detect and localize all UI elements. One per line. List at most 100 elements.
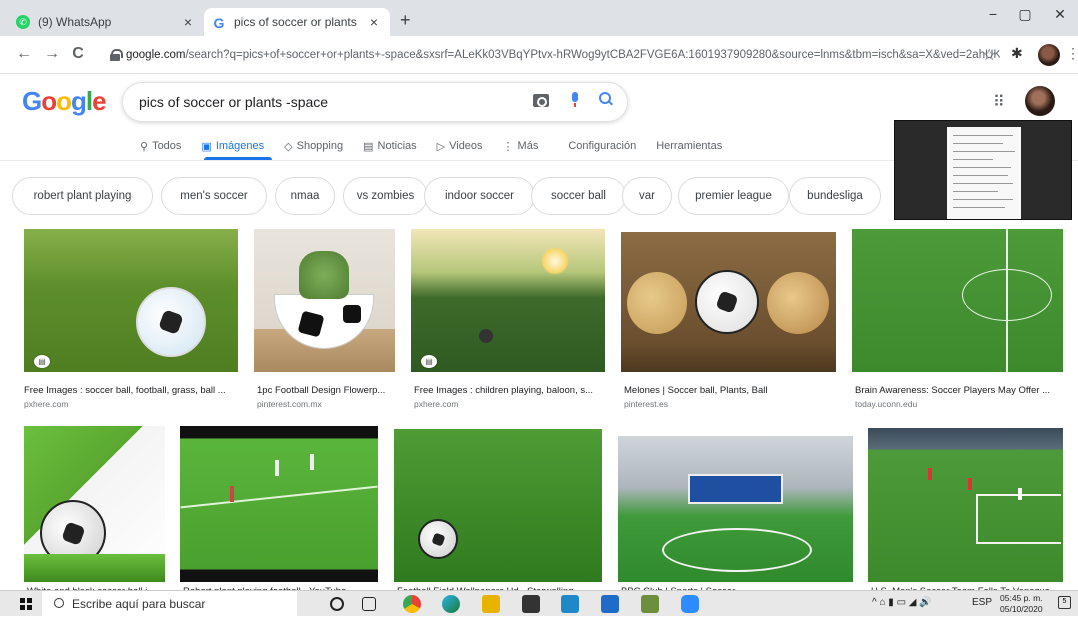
result-title[interactable]: Free Images : children playing, baloon, … xyxy=(414,385,604,396)
language-indicator[interactable]: ESP xyxy=(972,597,992,608)
google-apps-icon[interactable]: ⠿ xyxy=(993,92,1005,112)
system-tray-icons[interactable]: ^ ⌂ ▮ ▭ ◢ 🔊 xyxy=(872,597,932,608)
result-image[interactable] xyxy=(254,229,395,372)
tab-todos[interactable]: ⚲ Todos xyxy=(140,136,181,156)
logo-letter: o xyxy=(41,86,57,116)
player-figure xyxy=(310,454,314,470)
reload-button[interactable]: C xyxy=(66,45,90,63)
chip[interactable]: premier league xyxy=(678,177,789,215)
soccer-ball xyxy=(479,329,493,343)
address-bar[interactable]: google.com/search?q=pics+of+soccer+or+pl… xyxy=(100,41,1000,69)
search-query: pics of soccer or plants -space xyxy=(139,94,329,110)
logo-letter: g xyxy=(71,86,87,116)
minimize-button[interactable]: − xyxy=(978,6,1008,22)
tab-title: pics of soccer or plants -space - xyxy=(234,15,358,29)
search-tabs: ⚲ Todos ▣ Imágenes ◇ Shopping ▤ Noticias ▷ Vi… xyxy=(140,136,722,156)
profile-avatar[interactable] xyxy=(1038,44,1060,66)
back-button[interactable]: ← xyxy=(12,45,36,63)
result-image[interactable]: ▤ xyxy=(411,229,605,372)
taskbar-clock[interactable]: 05:45 p. m. 05/10/2020 xyxy=(1000,593,1043,615)
halfway-line xyxy=(1006,229,1008,372)
clock-date: 05/10/2020 xyxy=(1000,604,1043,614)
result-source[interactable]: today.uconn.edu xyxy=(855,399,917,409)
url-host: google.com xyxy=(126,49,186,61)
result-image[interactable] xyxy=(621,232,836,372)
chip[interactable]: nmaa xyxy=(275,177,335,215)
search-icon: ⚲ xyxy=(140,140,149,153)
chip[interactable]: indoor soccer xyxy=(424,177,535,215)
tab-mas[interactable]: ⋮ Más xyxy=(503,136,539,156)
chip[interactable]: var xyxy=(622,177,672,215)
result-title[interactable]: Brain Awareness: Soccer Players May Offe… xyxy=(855,385,1065,396)
image-icon: ▣ xyxy=(201,140,212,153)
google-logo[interactable]: Google xyxy=(22,86,107,117)
result-title[interactable]: 1pc Football Design Flowerp... xyxy=(257,385,397,396)
browser-tabstrip: ✆ (9) WhatsApp × G pics of soccer or pla… xyxy=(0,0,1078,36)
file-explorer-icon[interactable] xyxy=(482,595,500,613)
microphone-icon[interactable] xyxy=(570,92,580,108)
result-source[interactable]: pinterest.com.mx xyxy=(257,399,322,409)
chip[interactable]: soccer ball xyxy=(531,177,626,215)
edge-icon[interactable] xyxy=(442,595,460,613)
result-image[interactable] xyxy=(394,429,602,582)
account-avatar[interactable] xyxy=(1025,86,1055,116)
browser-tab-whatsapp[interactable]: ✆ (9) WhatsApp × xyxy=(8,8,204,36)
zoom-icon[interactable] xyxy=(681,595,699,613)
task-view-icon[interactable] xyxy=(362,597,376,611)
tab-noticias[interactable]: ▤ Noticias xyxy=(363,136,417,156)
chip[interactable]: men's soccer xyxy=(161,177,267,215)
result-image[interactable] xyxy=(852,229,1063,372)
player-figure xyxy=(928,468,932,480)
browser-toolbar: ← → C google.com/search?q=pics+of+soccer… xyxy=(0,36,1078,74)
result-image[interactable] xyxy=(618,436,853,582)
result-source[interactable]: pxhere.com xyxy=(24,399,68,409)
result-image[interactable] xyxy=(24,426,165,582)
chip[interactable]: bundesliga xyxy=(789,177,881,215)
tab-herramientas[interactable]: Herramientas xyxy=(656,136,722,156)
new-tab-button[interactable]: + xyxy=(400,10,411,31)
windows-start-icon[interactable] xyxy=(20,598,32,610)
tab-imagenes[interactable]: ▣ Imágenes xyxy=(201,136,264,156)
center-circle xyxy=(662,528,812,572)
close-window-button[interactable]: ✕ xyxy=(1045,6,1075,23)
browser-menu-icon[interactable]: ⋮ xyxy=(1066,45,1078,62)
tab-label: Imágenes xyxy=(215,140,265,152)
tag-icon: ◇ xyxy=(284,140,293,153)
tab-label: Todos xyxy=(152,140,182,152)
app-l-icon[interactable] xyxy=(601,595,619,613)
goal-frame xyxy=(976,494,1061,544)
result-source[interactable]: pxhere.com xyxy=(414,399,458,409)
chip[interactable]: robert plant playing xyxy=(12,177,153,215)
taskbar-search-input[interactable]: Escribe aquí para buscar xyxy=(42,591,297,617)
notifications-icon[interactable]: 5 xyxy=(1058,596,1071,609)
extensions-icon[interactable]: ✱ xyxy=(1011,45,1023,62)
chrome-icon[interactable] xyxy=(403,595,421,613)
close-tab-icon[interactable]: × xyxy=(366,14,382,30)
tab-shopping[interactable]: ◇ Shopping xyxy=(284,136,343,156)
store-icon[interactable] xyxy=(522,595,540,613)
result-title[interactable]: Free Images : soccer ball, football, gra… xyxy=(24,385,238,396)
minecraft-icon[interactable] xyxy=(641,595,659,613)
result-image[interactable]: ▤ xyxy=(24,229,238,372)
tab-videos[interactable]: ▷ Videos xyxy=(437,136,483,156)
window-thumbnail-preview[interactable] xyxy=(894,120,1072,220)
camera-icon[interactable] xyxy=(533,94,549,107)
result-image[interactable] xyxy=(868,428,1063,582)
bookmark-star-icon[interactable]: ☆ xyxy=(982,45,996,65)
search-icon[interactable] xyxy=(599,92,613,106)
tab-configuracion[interactable]: Configuración xyxy=(568,136,636,156)
player-figure xyxy=(275,460,279,476)
search-input[interactable]: pics of soccer or plants -space xyxy=(122,82,628,122)
result-source[interactable]: pinterest.es xyxy=(624,399,668,409)
chip[interactable]: vs zombies xyxy=(343,177,428,215)
forward-button[interactable]: → xyxy=(40,45,64,63)
mail-icon[interactable] xyxy=(561,595,579,613)
goal-net xyxy=(688,474,783,504)
result-title[interactable]: Melones | Soccer ball, Plants, Ball xyxy=(624,385,834,396)
maximize-button[interactable]: ▢ xyxy=(1010,6,1040,23)
result-image[interactable] xyxy=(180,426,378,582)
whatsapp-icon: ✆ xyxy=(16,15,30,29)
cortana-icon[interactable] xyxy=(330,597,344,611)
browser-tab-google[interactable]: G pics of soccer or plants -space - × xyxy=(204,8,390,36)
close-tab-icon[interactable]: × xyxy=(180,14,196,30)
